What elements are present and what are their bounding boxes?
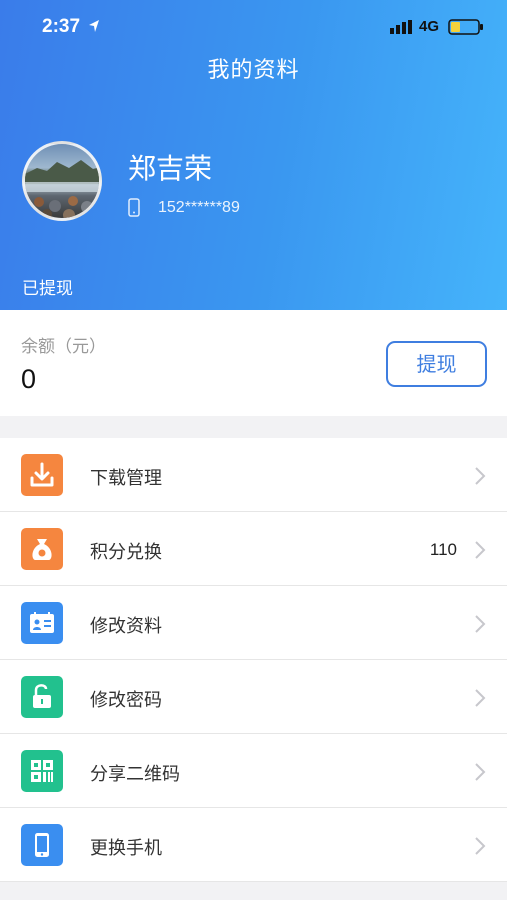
menu-item-change-phone[interactable]: 更换手机 xyxy=(0,808,507,882)
status-bar: 2:37 4G xyxy=(0,0,507,56)
menu-item-label: 修改密码 xyxy=(90,690,162,711)
menu-item-share-qr[interactable]: 分享二维码 xyxy=(0,734,507,808)
menu-item-label: 积分兑换 xyxy=(90,542,162,563)
status-time: 2:37 xyxy=(42,16,81,37)
chevron-right-icon xyxy=(475,763,486,781)
menu-item-download-manager[interactable]: 下载管理 xyxy=(0,438,507,512)
money-bag-icon xyxy=(21,528,63,570)
balance-value: 0 xyxy=(21,364,37,394)
balance-card: 余额（元） 0 提现 xyxy=(0,310,507,416)
mobile-icon xyxy=(128,198,140,217)
avatar[interactable] xyxy=(22,141,102,221)
balance-label: 余额（元） xyxy=(21,337,106,357)
menu-item-label: 修改资料 xyxy=(90,616,162,637)
withdraw-button[interactable]: 提现 xyxy=(386,341,487,387)
user-name: 郑吉荣 xyxy=(128,152,213,185)
network-type: 4G xyxy=(419,18,440,35)
chevron-right-icon xyxy=(475,837,486,855)
profile-header: 2:37 4G 我的资料 郑吉荣 152******89 已提现 xyxy=(0,0,507,310)
download-icon xyxy=(21,454,63,496)
qr-code-icon xyxy=(21,750,63,792)
menu-item-label: 下载管理 xyxy=(90,468,162,489)
chevron-right-icon xyxy=(475,467,486,485)
phone-icon xyxy=(21,824,63,866)
menu-item-points-exchange[interactable]: 积分兑换 110 xyxy=(0,512,507,586)
battery-icon xyxy=(448,19,483,35)
page-title: 我的资料 xyxy=(207,58,300,83)
signal-icon xyxy=(390,20,412,34)
unlock-icon xyxy=(21,676,63,718)
withdrawn-link[interactable]: 已提现 xyxy=(22,274,73,299)
avatar-landscape-image xyxy=(25,160,99,218)
menu-item-edit-profile[interactable]: 修改资料 xyxy=(0,586,507,660)
chevron-right-icon xyxy=(475,615,486,633)
settings-menu: 下载管理 积分兑换 110 修改资料 修改密码 分享二维码 更换手机 xyxy=(0,438,507,882)
menu-item-label: 更换手机 xyxy=(90,838,162,859)
id-card-icon xyxy=(21,602,63,644)
chevron-right-icon xyxy=(475,541,486,559)
menu-item-label: 分享二维码 xyxy=(90,764,180,785)
phone-number: 152******89 xyxy=(158,199,240,216)
points-value: 110 xyxy=(429,540,457,559)
location-arrow-icon xyxy=(89,20,99,32)
chevron-right-icon xyxy=(475,689,486,707)
menu-item-change-password[interactable]: 修改密码 xyxy=(0,660,507,734)
